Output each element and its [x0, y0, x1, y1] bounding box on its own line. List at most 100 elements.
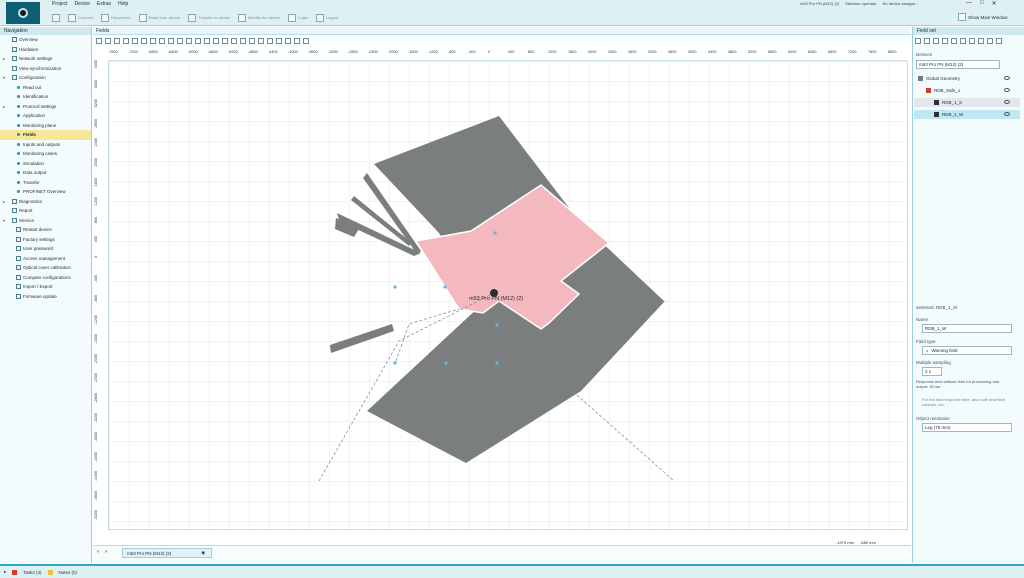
- nav-item-hardware[interactable]: Hardware: [0, 45, 91, 55]
- mirror-icon[interactable]: [195, 37, 201, 44]
- nav-item-data-output[interactable]: Data output: [0, 168, 91, 178]
- login-button[interactable]: Login: [288, 13, 308, 22]
- delete-icon[interactable]: [933, 38, 939, 44]
- draw-line-icon[interactable]: [132, 37, 138, 44]
- nav-item-compare-configurations[interactable]: Compare configurations: [0, 273, 91, 283]
- field-drawing[interactable]: m53 Pro PN (M12) (2): [109, 61, 908, 530]
- import-icon[interactable]: [267, 37, 273, 44]
- vertex-handle[interactable]: [444, 361, 448, 365]
- multiple-sampling-select[interactable]: 2 x: [922, 367, 942, 376]
- tab-prev-icon[interactable]: ‹: [97, 549, 99, 555]
- polygon-icon[interactable]: [177, 37, 183, 44]
- eye-icon[interactable]: [1004, 100, 1010, 104]
- tasks-tab[interactable]: Tasks (4): [23, 570, 41, 575]
- eye-icon[interactable]: [1004, 112, 1010, 116]
- collapse-arrow-icon[interactable]: ▾: [3, 218, 5, 223]
- vertex-handle[interactable]: [495, 361, 499, 365]
- settings-icon[interactable]: [978, 38, 984, 44]
- export-icon[interactable]: [951, 38, 957, 44]
- vertex-handle[interactable]: [393, 361, 397, 365]
- expand-arrow-icon[interactable]: ▸: [3, 104, 5, 109]
- expand-arrow-icon[interactable]: ▸: [3, 56, 5, 61]
- nav-item-user-password[interactable]: User password: [0, 244, 91, 254]
- show-main-window-button[interactable]: Show Main Window: [958, 13, 1008, 21]
- move-icon[interactable]: [150, 37, 156, 44]
- nav-item-application[interactable]: Application: [0, 111, 91, 121]
- nav-item-overview[interactable]: Overview: [0, 35, 91, 45]
- identify-the-device-button[interactable]: Identify the device: [237, 13, 280, 22]
- device-tab[interactable]: m53 Pro PN (M12) (2) ◉: [122, 548, 212, 558]
- vertex-handle[interactable]: [493, 231, 497, 235]
- field-editor-canvas[interactable]: m53 Pro PN (M12) (2): [108, 60, 908, 530]
- nav-item-read-out[interactable]: Read out: [0, 83, 91, 93]
- nav-item-import-export[interactable]: Import / Export: [0, 282, 91, 292]
- field-type-select[interactable]: ▲ Warning field: [922, 346, 1012, 355]
- nav-item-monitoring-plane[interactable]: Monitoring plane: [0, 121, 91, 131]
- nav-item-simulation[interactable]: Simulation: [0, 159, 91, 169]
- nav-item-firmware-update[interactable]: Firmware update: [0, 292, 91, 302]
- nav-item-optical-cover-calibration[interactable]: Optical cover calibration: [0, 263, 91, 273]
- circle-icon[interactable]: [168, 37, 174, 44]
- app-logo[interactable]: [6, 2, 40, 24]
- tab-next-icon[interactable]: ›: [105, 549, 107, 555]
- nav-item-transfer[interactable]: Transfer: [0, 178, 91, 188]
- add-field-icon[interactable]: [915, 38, 921, 44]
- nav-item-diagnostics[interactable]: ▸ Diagnostics: [0, 197, 91, 207]
- eye-icon[interactable]: [1004, 76, 1010, 80]
- nav-item-monitoring-cases[interactable]: Monitoring cases: [0, 149, 91, 159]
- object-resolution-select[interactable]: Leg (70 mm): [922, 423, 1012, 432]
- copy-icon[interactable]: [924, 38, 930, 44]
- notes-tab[interactable]: Notes (0): [59, 570, 78, 575]
- nav-item-inputs-and-outputs[interactable]: Inputs and outputs: [0, 140, 91, 150]
- print-icon[interactable]: [987, 38, 993, 44]
- settings-icon[interactable]: [294, 37, 300, 44]
- vertex-handle[interactable]: [443, 285, 447, 289]
- grid-icon[interactable]: [249, 37, 255, 44]
- import-icon[interactable]: [942, 38, 948, 44]
- nav-item-factory-settings[interactable]: Factory settings: [0, 235, 91, 245]
- logout-button[interactable]: Logout: [315, 13, 338, 22]
- minimize-button[interactable]: —: [966, 0, 972, 7]
- expand-arrow-icon[interactable]: ▸: [3, 199, 5, 204]
- close-button[interactable]: ✕: [992, 0, 997, 7]
- collapse-arrow-icon[interactable]: ▾: [3, 75, 5, 80]
- nav-item-protocol-settings[interactable]: ▸ Protocol settings: [0, 102, 91, 112]
- menu-item-extras[interactable]: Extras: [97, 1, 111, 9]
- help-icon[interactable]: [996, 38, 1002, 44]
- name-field[interactable]: RDB_1_W: [922, 324, 1012, 333]
- sector-icon[interactable]: [186, 37, 192, 44]
- nav-item-identification[interactable]: Identification: [0, 92, 91, 102]
- visibility-icon[interactable]: [960, 38, 966, 44]
- read-from-device-button[interactable]: Read from device: [138, 13, 180, 22]
- nav-item-profinet-overview[interactable]: PROFINET Overview: [0, 187, 91, 197]
- nav-item-access-management[interactable]: Access management: [0, 254, 91, 264]
- nav-item-configuration[interactable]: ▾ Configuration: [0, 73, 91, 83]
- expand-arrow-icon[interactable]: ▸: [4, 569, 6, 575]
- zoom-in-icon[interactable]: [222, 37, 228, 44]
- rectangle-icon[interactable]: [159, 37, 165, 44]
- undo-icon[interactable]: [96, 37, 102, 44]
- measure-icon[interactable]: [258, 37, 264, 44]
- nav-item-view-synchronization[interactable]: View synchronization: [0, 64, 91, 74]
- zoom-fit-icon[interactable]: [240, 37, 246, 44]
- filter-icon[interactable]: [969, 38, 975, 44]
- add-point-icon[interactable]: [141, 37, 147, 44]
- layers-icon[interactable]: [285, 37, 291, 44]
- save-icon[interactable]: [52, 13, 60, 22]
- redo-icon[interactable]: [105, 37, 111, 44]
- select-icon[interactable]: [114, 37, 120, 44]
- connect-button[interactable]: Connect: [68, 13, 93, 22]
- help-icon[interactable]: [303, 37, 309, 44]
- rotate-icon[interactable]: [204, 37, 210, 44]
- eye-icon[interactable]: [1004, 88, 1010, 92]
- scale-icon[interactable]: [213, 37, 219, 44]
- nav-item-service[interactable]: ▾ Service: [0, 216, 91, 226]
- menu-item-help[interactable]: Help: [118, 1, 128, 9]
- transfer-to-device-button[interactable]: Transfer to device: [188, 13, 230, 22]
- disconnect-button[interactable]: Disconnect: [100, 13, 131, 22]
- menu-item-device[interactable]: Device: [75, 1, 90, 9]
- maximize-button[interactable]: □: [980, 0, 984, 7]
- zoom-out-icon[interactable]: [231, 37, 237, 44]
- nav-item-network-settings[interactable]: ▸ Network settings: [0, 54, 91, 64]
- vertex-handle[interactable]: [495, 323, 499, 327]
